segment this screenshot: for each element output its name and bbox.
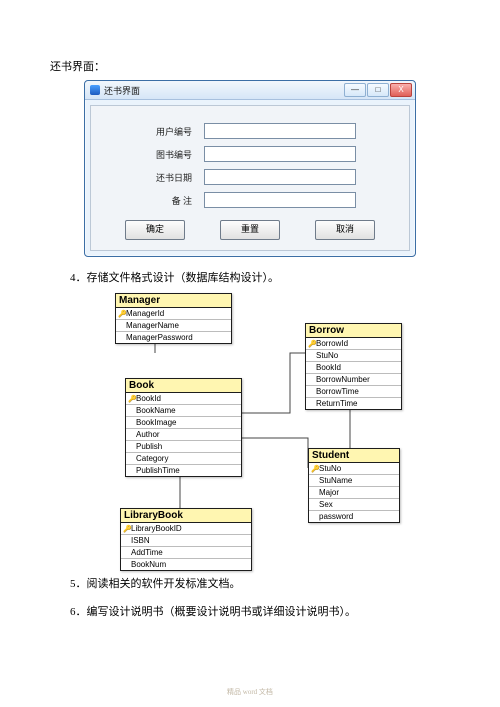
column-name: ISBN (131, 536, 150, 545)
column-name: Publish (136, 442, 162, 451)
entity-name: Manager (116, 294, 231, 308)
input-remark[interactable] (204, 192, 356, 208)
input-return-date[interactable] (204, 169, 356, 185)
column-name: ManagerPassword (126, 333, 193, 342)
minimize-button[interactable]: — (344, 83, 366, 97)
column-name: Sex (319, 500, 333, 509)
entity-name: LibraryBook (121, 509, 251, 523)
column-name: PublishTime (136, 466, 180, 475)
entity-column: BookImage (126, 417, 241, 429)
entity-column: Publish (126, 441, 241, 453)
er-diagram: Manager 🔑ManagerIdManagerNameManagerPass… (90, 293, 410, 563)
column-name: ReturnTime (316, 399, 358, 408)
app-icon (90, 85, 100, 95)
primary-key-icon: 🔑 (308, 340, 316, 348)
entity-borrow: Borrow 🔑BorrowIdStuNoBookIdBorrowNumberB… (305, 323, 402, 410)
entity-librarybook: LibraryBook 🔑LibraryBookIDISBNAddTimeBoo… (120, 508, 252, 571)
entity-column: StuNo (306, 350, 401, 362)
form-body: 用户编号 图书编号 还书日期 备 注 确定 重置 取消 (90, 105, 410, 251)
entity-column: ManagerPassword (116, 332, 231, 343)
column-name: BorrowNumber (316, 375, 370, 384)
entity-column: 🔑BookId (126, 393, 241, 405)
entity-column: BookName (126, 405, 241, 417)
primary-key-icon: 🔑 (128, 395, 136, 403)
entity-column: BorrowTime (306, 386, 401, 398)
column-name: StuNo (319, 464, 341, 473)
label-user-id: 用户编号 (97, 125, 204, 138)
entity-column: PublishTime (126, 465, 241, 476)
cancel-button[interactable]: 取消 (315, 220, 375, 240)
entity-column: Author (126, 429, 241, 441)
column-name: ManagerName (126, 321, 179, 330)
entity-book: Book 🔑BookIdBookNameBookImageAuthorPubli… (125, 378, 242, 477)
primary-key-icon: 🔑 (123, 525, 131, 533)
entity-name: Student (309, 449, 399, 463)
column-name: LibraryBookID (131, 524, 182, 533)
column-name: Author (136, 430, 160, 439)
entity-name: Borrow (306, 324, 401, 338)
entity-name: Book (126, 379, 241, 393)
input-book-id[interactable] (204, 146, 356, 162)
label-book-id: 图书编号 (97, 148, 204, 161)
entity-column: AddTime (121, 547, 251, 559)
maximize-button[interactable]: □ (367, 83, 389, 97)
column-name: BookNum (131, 560, 166, 569)
return-book-window: 还书界面 — □ X 用户编号 图书编号 还书日期 备 注 (84, 80, 416, 257)
label-return-date: 还书日期 (97, 171, 204, 184)
entity-column: BorrowNumber (306, 374, 401, 386)
entity-column: StuName (309, 475, 399, 487)
entity-manager: Manager 🔑ManagerIdManagerNameManagerPass… (115, 293, 232, 344)
column-name: AddTime (131, 548, 163, 557)
entity-column: 🔑StuNo (309, 463, 399, 475)
column-name: Category (136, 454, 168, 463)
entity-column: Major (309, 487, 399, 499)
entity-column: 🔑BorrowId (306, 338, 401, 350)
heading-return-ui: 还书界面： (50, 58, 450, 74)
entity-column: Sex (309, 499, 399, 511)
column-name: Major (319, 488, 339, 497)
column-name: BorrowTime (316, 387, 359, 396)
entity-student: Student 🔑StuNoStuNameMajorSexpassword (308, 448, 400, 523)
entity-column: BookNum (121, 559, 251, 570)
column-name: password (319, 512, 353, 521)
ok-button[interactable]: 确定 (125, 220, 185, 240)
entity-column: ISBN (121, 535, 251, 547)
section-5: 5．阅读相关的软件开发标准文档。 (70, 575, 450, 591)
primary-key-icon: 🔑 (311, 465, 319, 473)
titlebar: 还书界面 — □ X (85, 81, 415, 100)
entity-column: ReturnTime (306, 398, 401, 409)
page-footer: 精品 word 文档 (0, 687, 500, 697)
column-name: BookId (136, 394, 161, 403)
entity-column: BookId (306, 362, 401, 374)
column-name: ManagerId (126, 309, 164, 318)
label-remark: 备 注 (97, 194, 204, 207)
column-name: StuNo (316, 351, 338, 360)
column-name: BookImage (136, 418, 176, 427)
entity-column: ManagerName (116, 320, 231, 332)
primary-key-icon: 🔑 (118, 310, 126, 318)
column-name: BookId (316, 363, 341, 372)
column-name: BookName (136, 406, 176, 415)
close-button[interactable]: X (390, 83, 412, 97)
section-6: 6．编写设计说明书（概要设计说明书或详细设计说明书）。 (70, 603, 450, 619)
reset-button[interactable]: 重置 (220, 220, 280, 240)
column-name: StuName (319, 476, 352, 485)
section-4: 4．存储文件格式设计（数据库结构设计）。 (70, 269, 450, 285)
window-title: 还书界面 (104, 84, 343, 97)
entity-column: Category (126, 453, 241, 465)
entity-column: password (309, 511, 399, 522)
entity-column: 🔑LibraryBookID (121, 523, 251, 535)
input-user-id[interactable] (204, 123, 356, 139)
column-name: BorrowId (316, 339, 348, 348)
entity-column: 🔑ManagerId (116, 308, 231, 320)
